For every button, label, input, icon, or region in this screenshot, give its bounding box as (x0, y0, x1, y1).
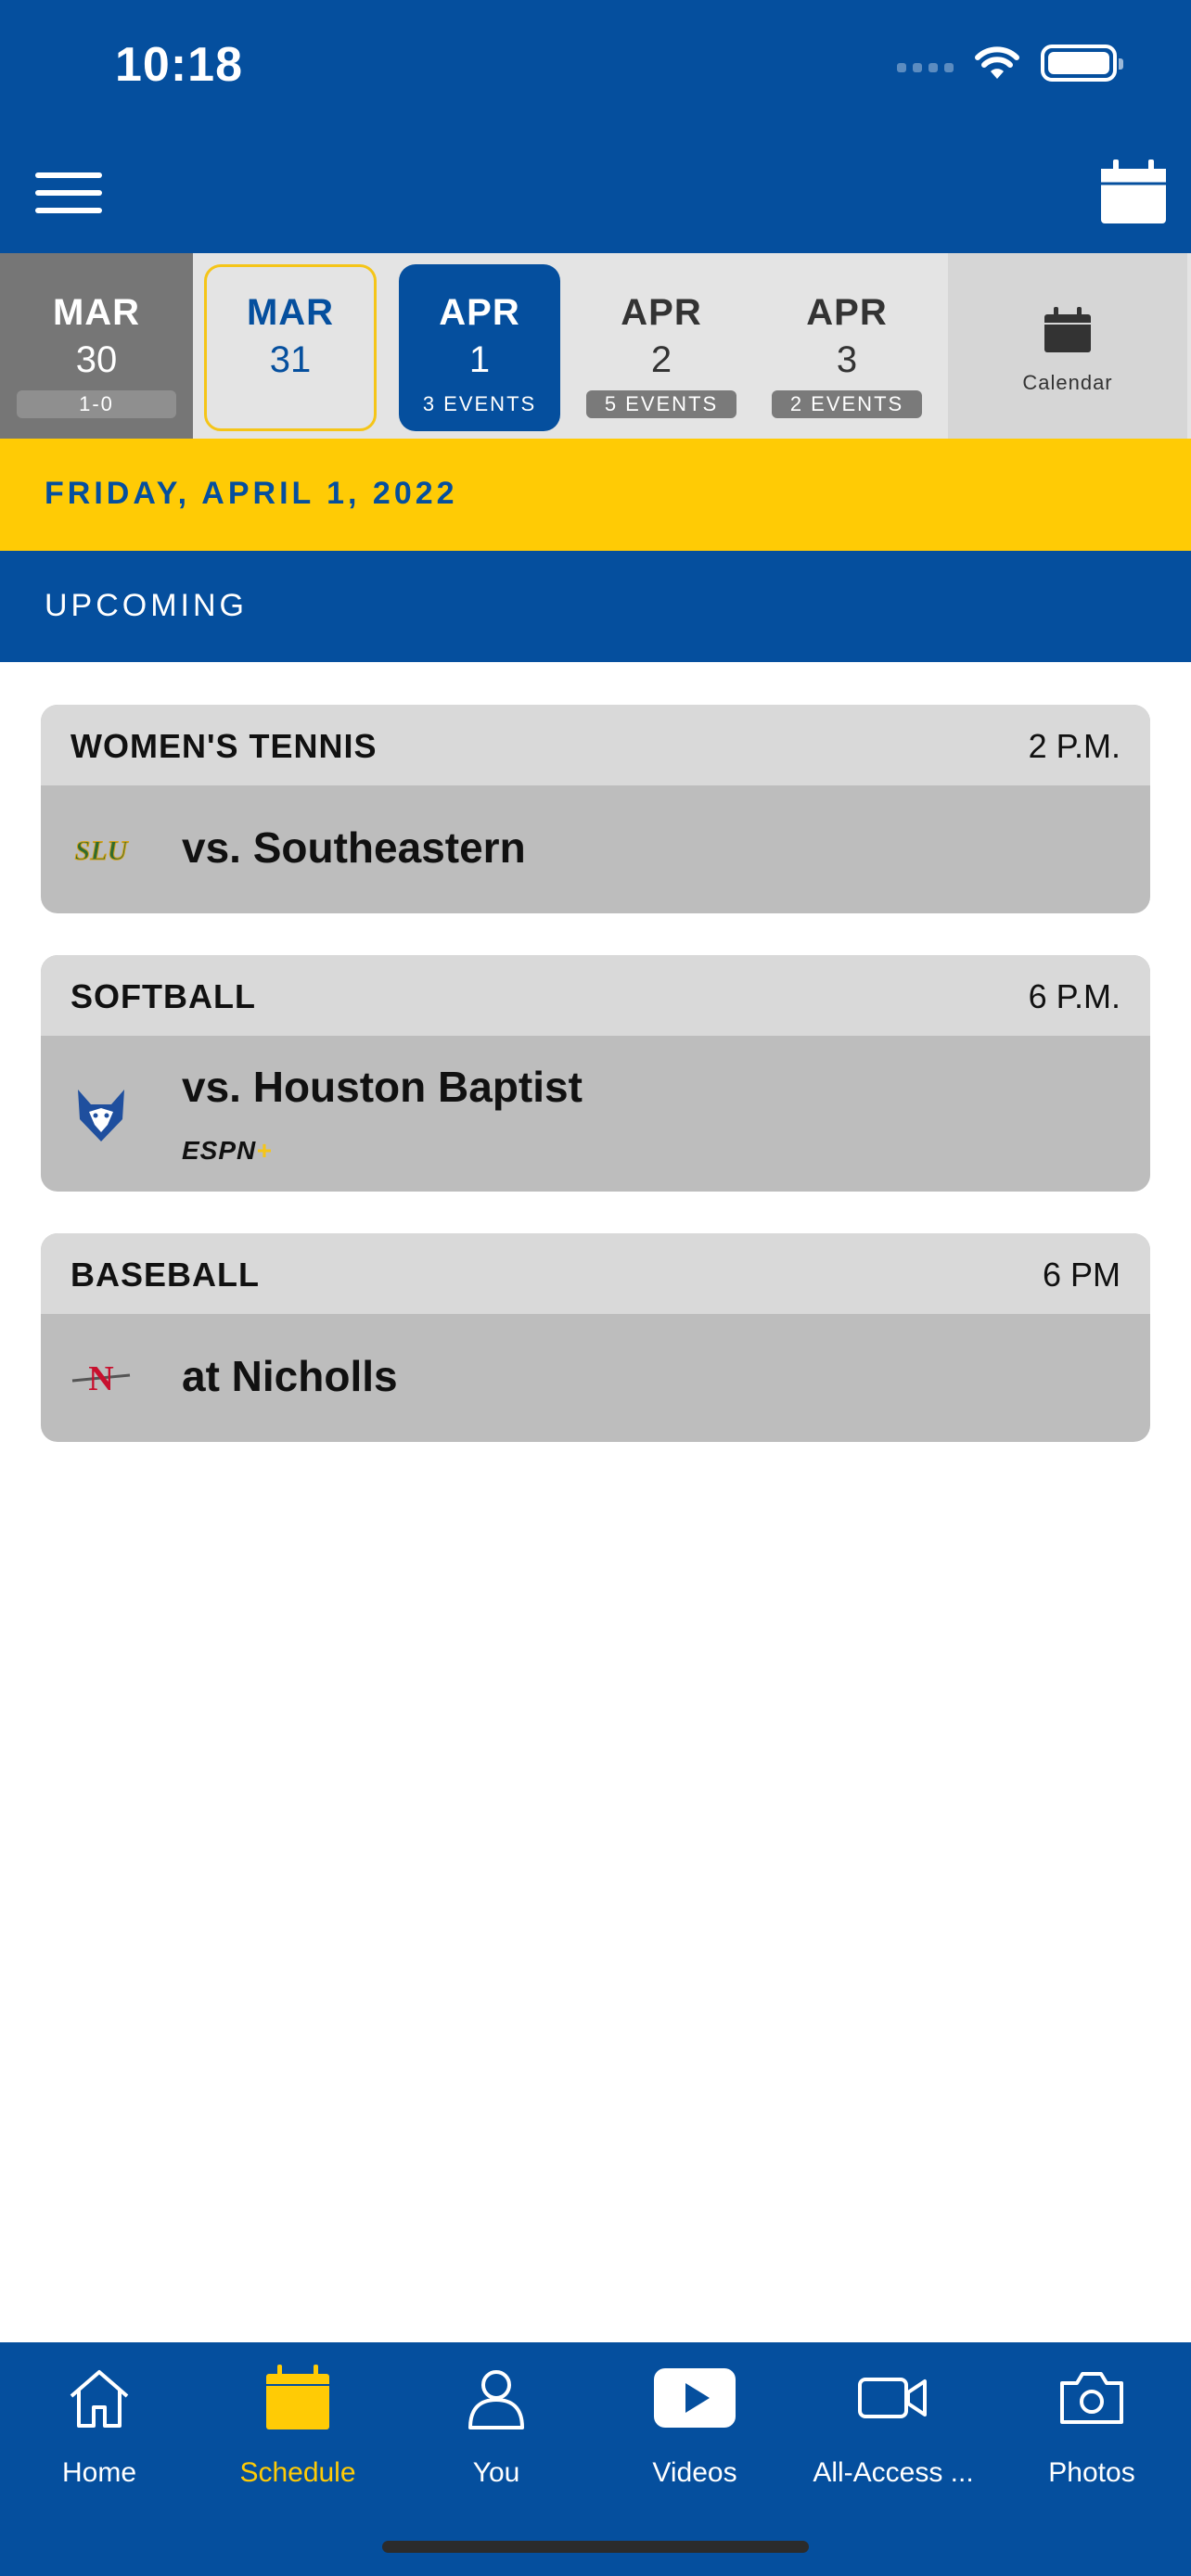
date-events-badge: 3 EVENTS (422, 392, 537, 415)
event-card-body: SLU vs. Southeastern (41, 785, 1150, 913)
selected-date-text: FRIDAY, APRIL 1, 2022 (45, 476, 458, 511)
tab-all-access[interactable]: All-Access ... (794, 2342, 992, 2509)
tab-label: Schedule (239, 2457, 356, 2488)
menu-button[interactable] (35, 172, 102, 213)
event-card-body: vs. Houston Baptist ESPN+ (41, 1036, 1150, 1192)
battery-icon (1041, 45, 1123, 82)
event-card-body: N at Nicholls (41, 1314, 1150, 1442)
date-cell-apr-3[interactable]: APR 3 2 EVENTS (761, 264, 933, 431)
date-cell-mar-30[interactable]: MAR 30 1-0 (0, 253, 193, 439)
svg-text:N: N (88, 1359, 113, 1398)
date-cell-apr-2[interactable]: APR 2 5 EVENTS (575, 264, 748, 431)
date-cell-mar-31[interactable]: MAR 31 (204, 264, 377, 431)
date-month: APR (439, 292, 520, 333)
tab-label: You (472, 2457, 520, 2488)
date-strip: MAR 30 1-0 MAR 31 APR 1 3 EVENTS APR 2 5… (0, 253, 1191, 439)
date-month: MAR (246, 292, 335, 333)
calendar-button[interactable] (1100, 159, 1167, 224)
calendar-icon (266, 2365, 329, 2429)
upcoming-section-header: UPCOMING (0, 551, 1191, 662)
espn-plus-icon: ESPN+ (182, 1136, 273, 1166)
tab-you[interactable]: You (397, 2342, 596, 2509)
date-month: APR (621, 292, 702, 333)
top-header: 10:18 (0, 0, 1191, 253)
event-time: 6 PM (1042, 1256, 1121, 1294)
nicholls-logo-icon: N (71, 1359, 131, 1398)
date-day: 1 (468, 339, 491, 380)
video-camera-icon (858, 2378, 927, 2418)
tab-schedule[interactable]: Schedule (198, 2342, 397, 2509)
person-icon (468, 2370, 524, 2429)
wifi-icon (975, 46, 1019, 79)
selected-date-banner: FRIDAY, APRIL 1, 2022 (0, 439, 1191, 551)
svg-text:SLU: SLU (75, 835, 129, 866)
event-time: 6 P.M. (1028, 977, 1121, 1015)
event-card-header: WOMEN'S TENNIS 2 P.M. (41, 705, 1150, 785)
event-sport: BASEBALL (70, 1256, 260, 1294)
date-record-badge: 1-0 (17, 390, 176, 418)
cellular-signal-icon (897, 63, 954, 72)
camera-icon (1060, 2372, 1123, 2424)
date-month: APR (806, 292, 888, 333)
upcoming-label: UPCOMING (45, 588, 248, 623)
date-day: 2 (650, 339, 672, 380)
event-opponent: vs. Southeastern (182, 823, 526, 872)
tab-label: All-Access ... (813, 2457, 974, 2488)
tab-label: Photos (1048, 2457, 1135, 2488)
event-card-header: SOFTBALL 6 P.M. (41, 955, 1150, 1036)
date-events-badge: 5 EVENTS (586, 390, 736, 418)
status-time: 10:18 (115, 38, 243, 92)
status-icons (897, 45, 1123, 82)
event-card[interactable]: WOMEN'S TENNIS 2 P.M. SLU vs. Southeaste… (41, 705, 1150, 913)
event-card-header: BASEBALL 6 PM (41, 1233, 1150, 1314)
date-events-badge: 2 EVENTS (772, 390, 922, 418)
date-month: MAR (52, 292, 141, 333)
broadcast-plus: + (256, 1136, 273, 1165)
tab-label: Home (61, 2457, 137, 2488)
date-cell-apr-1[interactable]: APR 1 3 EVENTS (399, 264, 560, 431)
event-card[interactable]: BASEBALL 6 PM N at Nicholls (41, 1233, 1150, 1442)
play-icon (654, 2368, 736, 2428)
calendar-icon (1044, 307, 1091, 352)
tab-label: Videos (652, 2457, 737, 2488)
tab-photos[interactable]: Photos (992, 2342, 1191, 2509)
event-sport: SOFTBALL (70, 977, 256, 1015)
southeastern-logo-icon: SLU (74, 835, 129, 867)
tab-home[interactable]: Home (0, 2342, 198, 2509)
date-day: 30 (75, 339, 118, 380)
event-opponent: at Nicholls (182, 1352, 398, 1400)
broadcast-network: ESPN (182, 1136, 257, 1165)
calendar-label: Calendar (1022, 371, 1113, 394)
tab-videos[interactable]: Videos (596, 2342, 794, 2509)
event-card[interactable]: SOFTBALL 6 P.M. vs. Houston Baptist ESPN… (41, 955, 1150, 1192)
event-sport: WOMEN'S TENNIS (70, 727, 378, 765)
date-day: 31 (269, 339, 312, 380)
calendar-picker-button[interactable]: Calendar (948, 253, 1187, 439)
home-icon (70, 2370, 129, 2428)
event-opponent: vs. Houston Baptist (182, 1063, 583, 1111)
houston-baptist-logo-icon (78, 1090, 124, 1141)
date-day: 3 (836, 339, 858, 380)
home-indicator (382, 2541, 809, 2553)
event-time: 2 P.M. (1028, 727, 1121, 765)
